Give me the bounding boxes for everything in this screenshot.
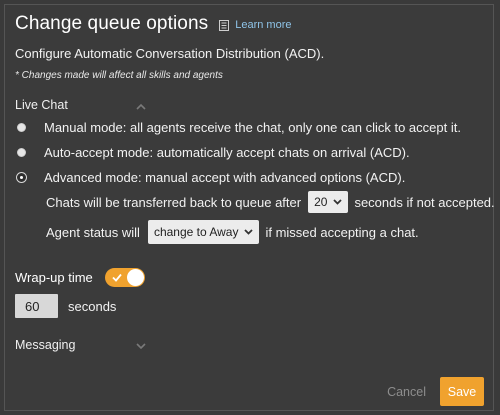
changes-note: * Changes made will affect all skills an… (15, 70, 223, 81)
chevron-down-icon (136, 343, 146, 350)
agent-status-select[interactable]: change to Away (147, 220, 260, 244)
status-suffix: if missed accepting a chat. (265, 224, 419, 240)
transfer-suffix: seconds if not accepted. (354, 194, 495, 210)
dialog-footer: Cancel Save (387, 377, 484, 406)
radio-button[interactable] (17, 148, 26, 157)
wrap-up-label: Wrap-up time (15, 270, 93, 285)
seconds-label: seconds (68, 298, 117, 314)
save-button[interactable]: Save (440, 377, 484, 406)
live-chat-label: Live Chat (15, 98, 68, 112)
toggle-knob (126, 269, 144, 286)
radio-button[interactable] (17, 123, 26, 132)
radio-button-selected[interactable] (17, 173, 26, 182)
check-icon (112, 273, 122, 282)
dialog-subtitle: Configure Automatic Conversation Distrib… (15, 46, 325, 61)
document-icon[interactable] (219, 19, 230, 31)
chevron-down-icon (333, 199, 343, 205)
live-chat-section-toggle[interactable]: Live Chat (15, 98, 146, 112)
wrap-up-seconds-input[interactable] (15, 294, 58, 318)
transfer-seconds-value: 20 (314, 195, 328, 209)
agent-status-value: change to Away (153, 225, 239, 239)
radio-manual-mode[interactable]: Manual mode: all agents receive the chat… (17, 120, 461, 135)
agent-status-row: Agent status will change to Away if miss… (46, 220, 419, 244)
transfer-row: Chats will be transferred back to queue … (46, 191, 495, 213)
radio-label: Advanced mode: manual accept with advanc… (44, 170, 406, 185)
messaging-section-toggle[interactable]: Messaging (15, 338, 146, 352)
radio-advanced-mode[interactable]: Advanced mode: manual accept with advanc… (17, 170, 405, 185)
title-row: Change queue options Learn more (15, 13, 291, 35)
dialog-title: Change queue options (15, 13, 209, 34)
chevron-down-icon (244, 229, 254, 235)
learn-more-link[interactable]: Learn more (235, 19, 291, 31)
transfer-prefix: Chats will be transferred back to queue … (46, 194, 302, 210)
cancel-button[interactable]: Cancel (387, 385, 426, 399)
status-prefix: Agent status will (46, 224, 140, 240)
chevron-up-icon (136, 103, 146, 110)
radio-auto-accept-mode[interactable]: Auto-accept mode: automatically accept c… (17, 145, 410, 160)
wrap-up-row: Wrap-up time (15, 268, 145, 287)
radio-label: Auto-accept mode: automatically accept c… (44, 145, 410, 160)
transfer-seconds-select[interactable]: 20 (308, 191, 349, 213)
wrap-up-toggle[interactable] (104, 268, 145, 287)
messaging-label: Messaging (15, 338, 76, 352)
wrap-up-seconds-row: seconds (15, 294, 116, 318)
radio-label: Manual mode: all agents receive the chat… (44, 120, 461, 135)
change-queue-options-dialog: Change queue options Learn more Configur… (4, 4, 495, 411)
